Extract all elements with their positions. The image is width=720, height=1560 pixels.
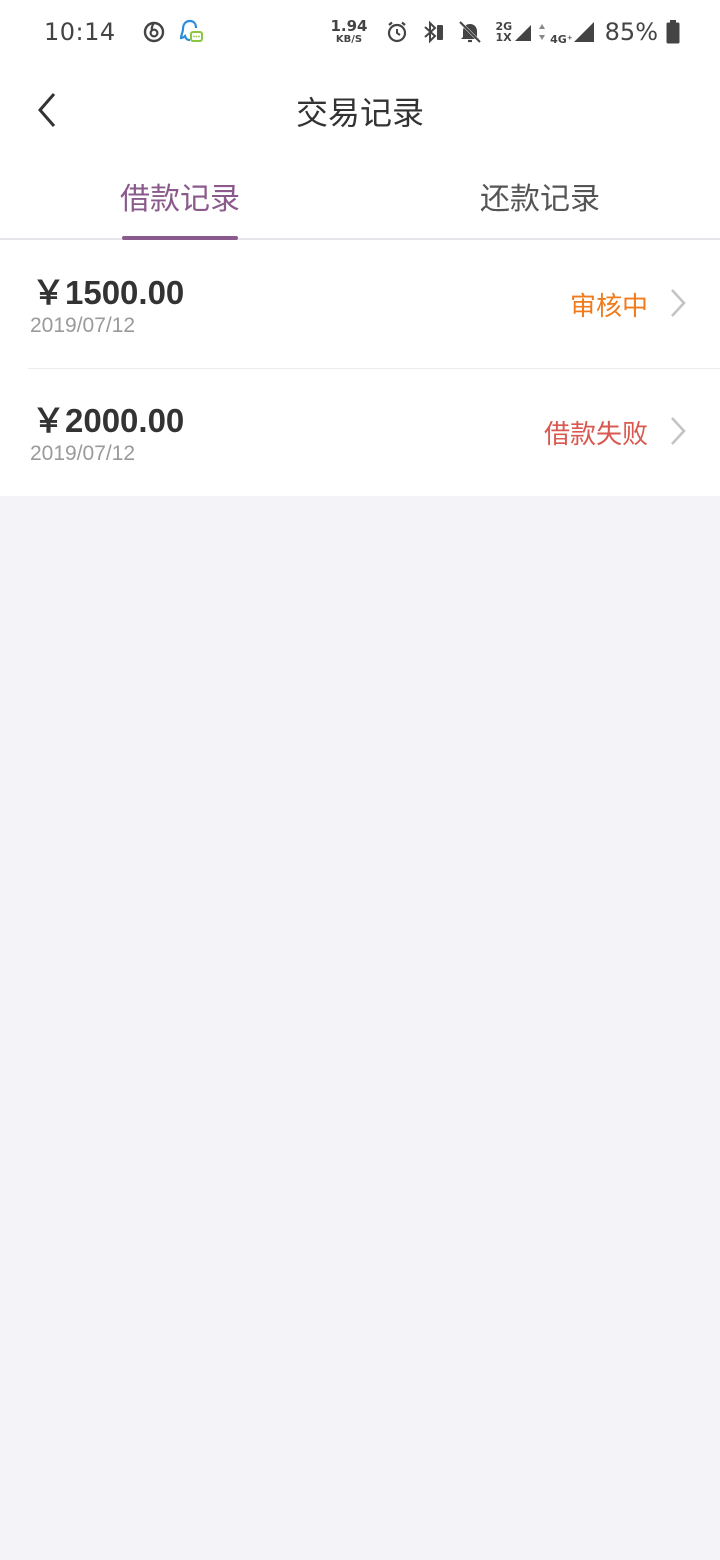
qq-icon [178, 18, 204, 46]
netease-music-icon [142, 20, 166, 44]
network-speed: 1.94 KB/S [330, 19, 367, 45]
status-bar: 10:14 1.94 KB/S 2G 1X 4G⁺ 85% [0, 0, 720, 64]
data-arrows-icon [538, 23, 546, 41]
network-2g: 2G 1X [495, 21, 512, 43]
status-time: 10:14 [44, 18, 116, 46]
chevron-right-icon [671, 289, 686, 317]
record-row[interactable]: ￥1500.00 2019/07/12 审核中 [0, 240, 720, 368]
tab-borrow-records[interactable]: 借款记录 [0, 156, 360, 240]
alarm-icon [385, 20, 409, 44]
network-4g: 4G⁺ [550, 34, 573, 45]
record-amount: ￥1500.00 [32, 274, 185, 311]
net2-top: 4G⁺ [550, 33, 573, 46]
chevron-right-icon [671, 417, 686, 445]
record-date: 2019/07/12 [30, 442, 136, 465]
tab-label: 还款记录 [480, 182, 600, 217]
bluetooth-icon [421, 19, 445, 45]
signal-icon-2 [573, 21, 595, 43]
record-amount: ￥2000.00 [32, 402, 185, 439]
battery-icon [666, 20, 680, 44]
record-tabs: 借款记录 还款记录 [0, 156, 720, 240]
tab-repay-records[interactable]: 还款记录 [360, 156, 720, 238]
speed-value: 1.94 [330, 17, 368, 35]
page-title: 交易记录 [295, 94, 424, 132]
record-status: 审核中 [569, 292, 648, 322]
screen: 10:14 1.94 KB/S 2G 1X 4G⁺ 85% 交易记录 借款记录 … [0, 0, 720, 1560]
status-right: 1.94 KB/S 2G 1X 4G⁺ 85% [330, 18, 680, 46]
record-status: 借款失败 [543, 420, 648, 450]
net1-bottom: 1X [495, 31, 512, 44]
record-list: ￥1500.00 2019/07/12 审核中 ￥2000.00 2019/07… [0, 240, 720, 496]
speed-unit: KB/S [335, 34, 363, 45]
signal-icon [514, 22, 532, 42]
record-row[interactable]: ￥2000.00 2019/07/12 借款失败 [0, 368, 720, 496]
status-left: 10:14 [44, 18, 204, 46]
record-date: 2019/07/12 [30, 314, 136, 337]
battery-percent: 85% [604, 18, 658, 46]
tab-label: 借款记录 [120, 182, 240, 217]
top-bar: 交易记录 [0, 64, 720, 156]
mute-bell-icon [457, 19, 483, 45]
